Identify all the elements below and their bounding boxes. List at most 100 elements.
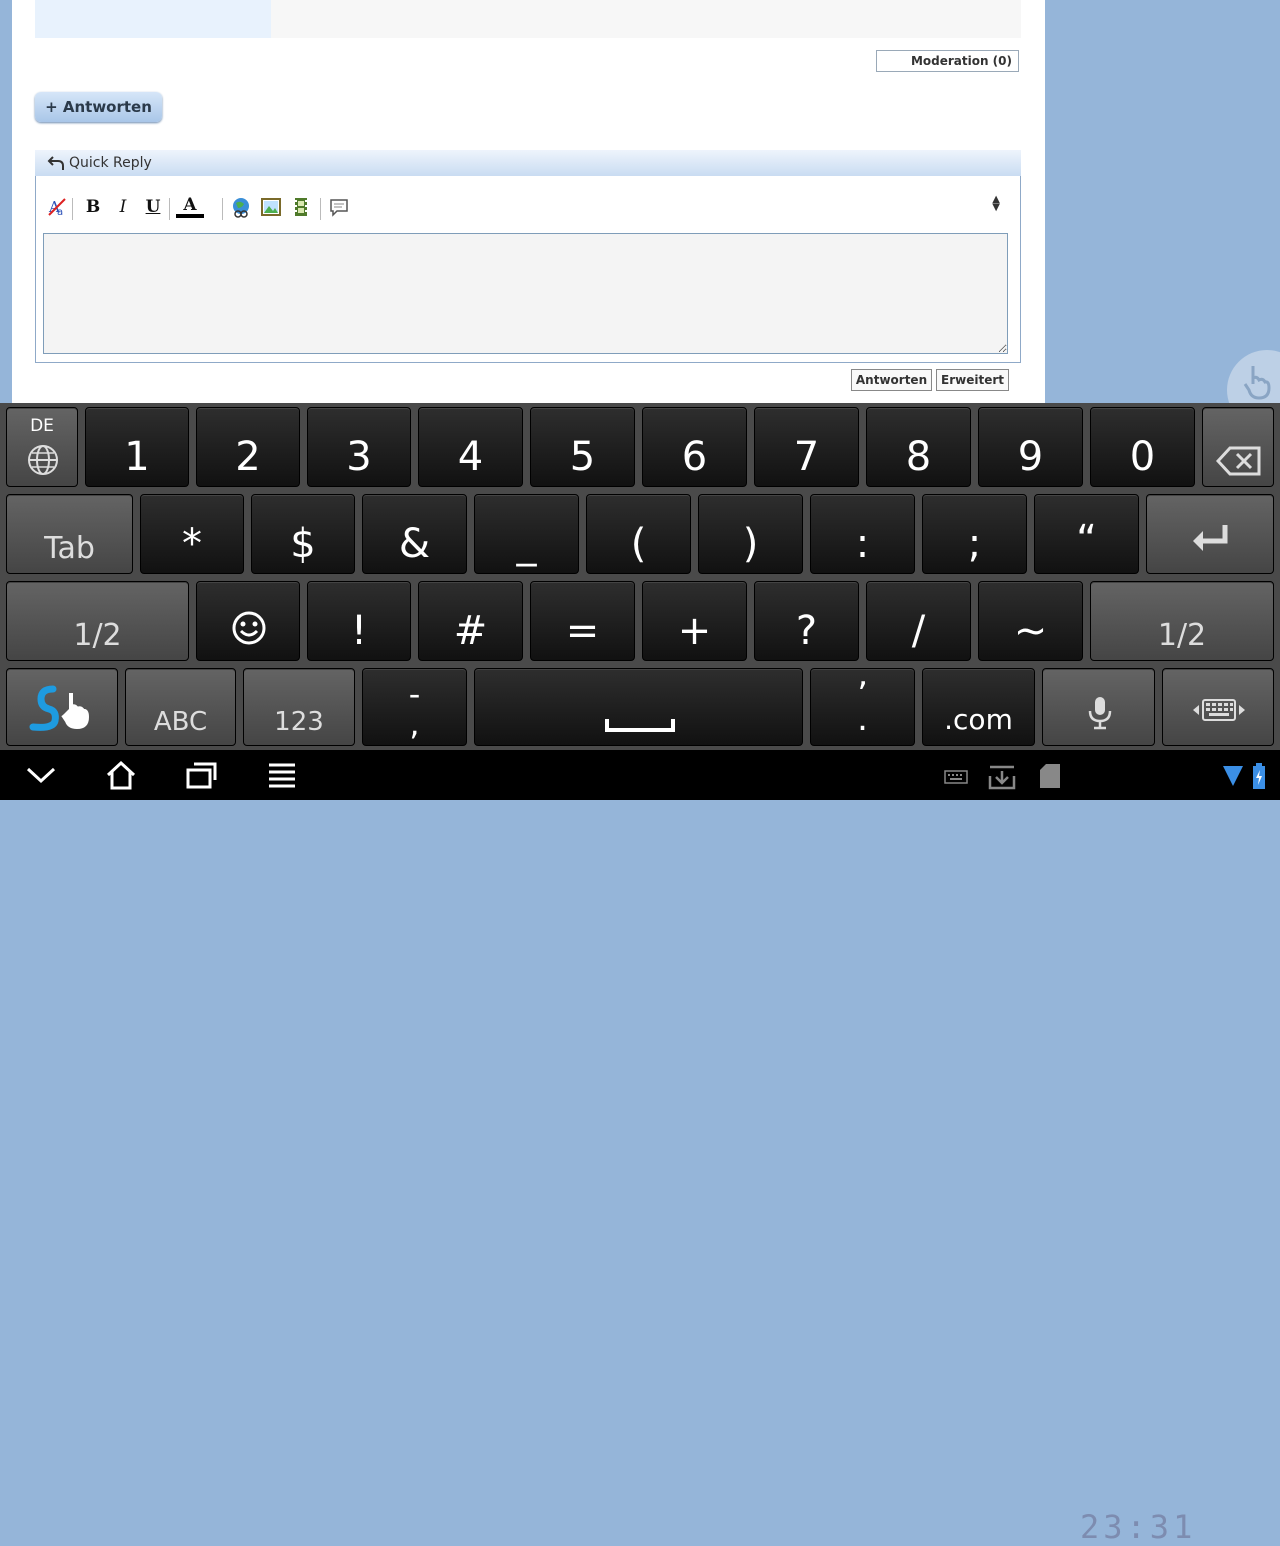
key-5[interactable]: 5	[530, 407, 635, 487]
voice-input-key[interactable]	[1042, 668, 1155, 746]
quick-reply-title: Quick Reply	[69, 155, 152, 171]
toolbar-separator	[169, 198, 170, 220]
dot-com-key[interactable]: .com	[922, 668, 1035, 746]
menu-icon[interactable]	[266, 760, 298, 790]
backspace-icon	[1216, 446, 1261, 476]
key-1[interactable]: 1	[85, 407, 189, 487]
enter-key[interactable]	[1146, 494, 1274, 574]
insert-video-icon[interactable]	[290, 196, 312, 218]
key-6[interactable]: 6	[642, 407, 747, 487]
globe-icon	[28, 445, 58, 475]
key-label: ;	[967, 521, 982, 567]
quick-reply-editor[interactable]	[43, 233, 1008, 354]
key-question[interactable]: ?	[754, 581, 859, 661]
swype-key[interactable]	[6, 668, 118, 746]
key-label: )	[742, 521, 759, 567]
key-hash[interactable]: #	[418, 581, 523, 661]
key-dollar[interactable]: $	[251, 494, 355, 574]
key-label: 0	[1129, 434, 1156, 480]
key-label: =	[565, 608, 600, 654]
key-label-bottom: ,	[409, 705, 420, 743]
key-paren-open[interactable]: (	[586, 494, 691, 574]
italic-button[interactable]: I	[112, 196, 134, 218]
key-2[interactable]: 2	[196, 407, 300, 487]
key-label: _	[516, 521, 537, 567]
key-label: 1	[124, 434, 150, 480]
key-asterisk[interactable]: *	[140, 494, 244, 574]
quote-icon[interactable]	[328, 196, 350, 218]
key-tilde[interactable]: ~	[978, 581, 1083, 661]
key-label: 1/2	[73, 618, 122, 653]
key-label: 5	[569, 434, 596, 480]
bold-button[interactable]: B	[82, 196, 104, 218]
sd-card-icon	[1040, 764, 1060, 788]
toolbar-separator	[222, 198, 223, 220]
key-apostrophe-period[interactable]: ’ .	[810, 668, 915, 746]
key-plus[interactable]: +	[642, 581, 747, 661]
key-label: ~	[1013, 608, 1048, 654]
abc-key[interactable]: ABC	[125, 668, 236, 746]
key-label: .com	[944, 703, 1013, 736]
key-label: !	[350, 608, 368, 654]
key-8[interactable]: 8	[866, 407, 971, 487]
key-label: 2	[235, 434, 261, 480]
key-exclamation[interactable]: !	[307, 581, 411, 661]
tab-key[interactable]: Tab	[6, 494, 133, 574]
moderation-button[interactable]: Moderation (0)	[876, 50, 1019, 72]
smiley-icon	[232, 611, 266, 645]
editor-resize-icon[interactable]: ▲ ▼	[992, 195, 1000, 213]
key-colon[interactable]: :	[810, 494, 915, 574]
key-label-bottom: .	[857, 699, 868, 739]
font-color-button[interactable]: A	[176, 196, 204, 218]
hand-icon	[1243, 366, 1271, 400]
svg-text:a: a	[57, 207, 63, 218]
key-quote[interactable]: “	[1034, 494, 1139, 574]
underline-button[interactable]: U	[142, 196, 164, 218]
insert-link-icon[interactable]	[230, 196, 252, 218]
key-label: &	[398, 521, 431, 567]
numeric-key[interactable]: 123	[243, 668, 355, 746]
status-clock: 23:31	[1080, 1508, 1197, 1546]
key-label: +	[677, 608, 712, 654]
key-9[interactable]: 9	[978, 407, 1083, 487]
emoji-key[interactable]	[196, 581, 300, 661]
key-4[interactable]: 4	[418, 407, 523, 487]
key-ampersand[interactable]: &	[362, 494, 467, 574]
system-navigation-bar: 23:31	[0, 750, 1280, 1546]
key-3[interactable]: 3	[307, 407, 411, 487]
language-key[interactable]: DE	[6, 407, 78, 487]
key-slash[interactable]: /	[866, 581, 971, 661]
battery-charging-icon	[1253, 763, 1265, 789]
reply-arrow-icon	[47, 156, 64, 170]
hide-keyboard-icon[interactable]	[24, 760, 58, 790]
microphone-icon	[1088, 697, 1112, 730]
home-icon[interactable]	[104, 760, 138, 790]
key-7[interactable]: 7	[754, 407, 859, 487]
key-paren-close[interactable]: )	[698, 494, 803, 574]
enter-icon	[1193, 525, 1228, 551]
key-semicolon[interactable]: ;	[922, 494, 1027, 574]
download-status-icon	[988, 765, 1016, 790]
key-0[interactable]: 0	[1090, 407, 1195, 487]
recent-apps-icon[interactable]	[184, 760, 218, 790]
key-label: 6	[681, 434, 708, 480]
submit-reply-button[interactable]: Antworten	[851, 369, 932, 391]
reply-button[interactable]: + Antworten	[35, 92, 162, 122]
page-switch-key-right[interactable]: 1/2	[1090, 581, 1274, 661]
quick-reply-header: Quick Reply	[35, 150, 1021, 177]
wifi-signal-icon	[1223, 766, 1243, 786]
key-label: 123	[274, 707, 324, 737]
backspace-key[interactable]	[1202, 407, 1274, 487]
insert-image-icon[interactable]	[260, 196, 282, 218]
space-key[interactable]	[474, 668, 803, 746]
forum-page: Moderation (0) + Antworten Quick Reply A…	[12, 0, 1045, 403]
toolbar-separator	[72, 198, 73, 220]
key-underscore[interactable]: _	[474, 494, 579, 574]
quick-reply-box: A a B I U A ▲ ▼	[35, 176, 1021, 363]
keyboard-resize-key[interactable]	[1162, 668, 1274, 746]
page-switch-key-left[interactable]: 1/2	[6, 581, 189, 661]
key-dash-comma[interactable]: - ,	[362, 668, 467, 746]
key-equals[interactable]: =	[530, 581, 635, 661]
remove-format-icon[interactable]: A a	[46, 196, 68, 218]
advanced-reply-button[interactable]: Erweitert	[936, 369, 1009, 391]
